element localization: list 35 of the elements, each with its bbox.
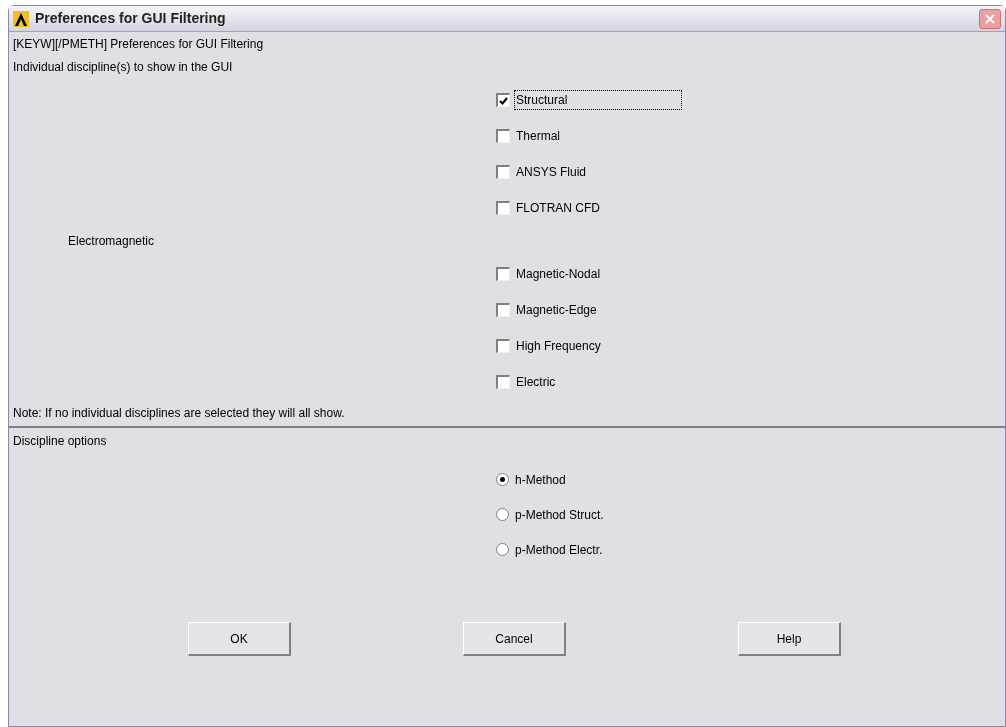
- checkbox[interactable]: [496, 375, 510, 389]
- checkbox-label[interactable]: Thermal: [514, 126, 562, 146]
- close-icon: [985, 13, 995, 24]
- checkbox[interactable]: [496, 129, 510, 143]
- radio-label[interactable]: p-Method Struct.: [515, 505, 604, 524]
- window-title: Preferences for GUI Filtering: [35, 9, 226, 28]
- checkbox[interactable]: [496, 165, 510, 179]
- section-label: Individual discipline(s) to show in the GUI: [13, 59, 234, 76]
- section-label: Discipline options: [13, 433, 108, 450]
- checkbox-label[interactable]: Magnetic-Nodal: [514, 264, 603, 284]
- logo-icon: [13, 10, 29, 27]
- radio-label[interactable]: h-Method: [515, 470, 566, 489]
- note-text: Note: If no individual disciplines are selected they will all show.: [13, 405, 346, 422]
- radio-button[interactable]: [496, 543, 509, 556]
- close-button[interactable]: [979, 8, 1001, 29]
- dialog-button[interactable]: Cancel: [463, 622, 566, 656]
- checkbox[interactable]: [496, 303, 510, 317]
- checkbox-label[interactable]: FLOTRAN CFD: [514, 198, 602, 218]
- checkmark-icon: [499, 96, 508, 105]
- checkbox[interactable]: [496, 93, 510, 107]
- radio-button[interactable]: [496, 508, 509, 521]
- command-text: [KEYW][/PMETH] Preferences for GUI Filtering: [13, 36, 265, 53]
- radio-label[interactable]: p-Method Electr.: [515, 540, 603, 559]
- dialog-button[interactable]: Help: [738, 622, 841, 656]
- checkbox-label[interactable]: Magnetic-Edge: [514, 300, 599, 320]
- checkbox-label[interactable]: Structural: [514, 90, 682, 110]
- dialog-button[interactable]: OK: [188, 622, 291, 656]
- checkbox[interactable]: [496, 339, 510, 353]
- radio-button[interactable]: [496, 473, 509, 486]
- checkbox-label[interactable]: Electric: [514, 372, 558, 392]
- group-label: Electromagnetic: [68, 233, 155, 250]
- checkbox-label[interactable]: ANSYS Fluid: [514, 162, 589, 182]
- checkbox[interactable]: [496, 267, 510, 281]
- checkbox-label[interactable]: High Frequency: [514, 336, 603, 356]
- checkbox[interactable]: [496, 201, 510, 215]
